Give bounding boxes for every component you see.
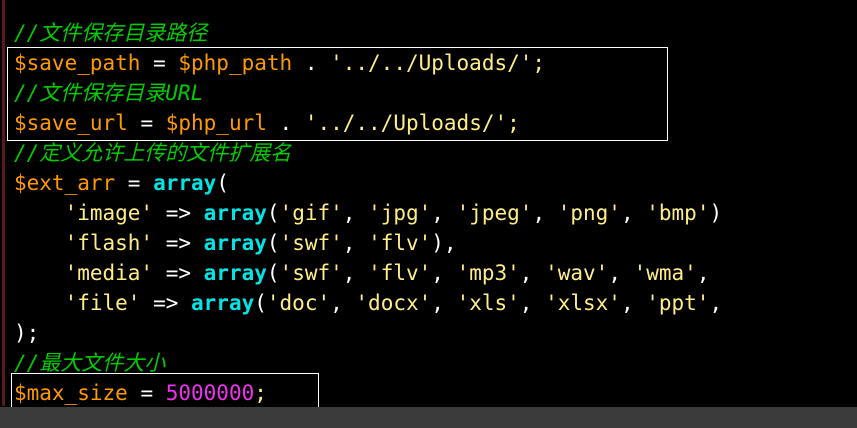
operator-token: ( <box>266 201 280 225</box>
operator-token: => <box>153 231 204 255</box>
variable-token: $ext_arr <box>14 171 116 195</box>
code-line[interactable]: ); <box>14 318 722 348</box>
operator-token: , <box>532 201 558 225</box>
function-keyword-token: array <box>203 201 267 225</box>
function-keyword-token: array <box>203 231 267 255</box>
operator-token: , <box>620 201 647 225</box>
operator-token: , <box>696 261 710 285</box>
string-token: 'file' <box>64 291 141 315</box>
string-token: 'wav' <box>545 261 609 285</box>
function-keyword-token: array <box>191 291 255 315</box>
operator-token: ( <box>266 261 280 285</box>
operator-token: ), <box>431 231 457 255</box>
code-line[interactable]: 'image' => array('gif', 'jpg', 'jpeg', '… <box>14 198 723 228</box>
comment-token: //文件保存目录路径 <box>14 21 208 45</box>
operator-token <box>14 291 65 315</box>
operator-token: , <box>431 261 457 285</box>
code-line[interactable]: 'media' => array('swf', 'flv', 'mp3', 'w… <box>14 258 722 288</box>
operator-token <box>14 261 65 285</box>
operator-token: , <box>608 261 634 285</box>
string-token: 'ppt' <box>646 291 710 315</box>
operator-token: , <box>519 261 546 285</box>
operator-token <box>14 201 65 225</box>
operator-token: , <box>519 291 546 315</box>
string-token: 'swf' <box>279 231 343 255</box>
horizontal-scrollbar[interactable] <box>0 407 857 428</box>
comment-token: //最大文件大小 <box>14 351 166 375</box>
code-line[interactable]: //定义允许上传的文件扩展名 <box>14 138 722 168</box>
operator-token: = <box>115 171 154 195</box>
operator-token: , <box>431 291 457 315</box>
gutter-marker <box>2 0 5 406</box>
string-token: 'flv' <box>368 261 432 285</box>
function-keyword-token: array <box>203 261 267 285</box>
operator-token: => <box>140 291 192 315</box>
operator-token: ( <box>254 291 267 315</box>
operator-token: , <box>342 261 369 285</box>
string-token: 'swf' <box>279 261 343 285</box>
operator-token: , <box>709 291 723 315</box>
string-token: 'doc' <box>266 291 331 315</box>
selection-box-save-settings <box>7 47 668 141</box>
operator-token: ); <box>14 321 40 345</box>
code-editor[interactable]: //文件保存目录路径 $save_path = $php_path . '../.… <box>0 0 857 428</box>
string-token: 'mp3' <box>456 261 520 285</box>
operator-token: , <box>431 201 457 225</box>
operator-token: , <box>620 291 647 315</box>
string-token: 'bmp' <box>646 201 710 225</box>
operator-token: , <box>342 201 369 225</box>
operator-token <box>14 231 65 255</box>
operator-token: ) <box>709 201 723 225</box>
operator-token: ( <box>266 231 280 255</box>
string-token: 'jpg' <box>368 201 432 225</box>
string-token: 'media' <box>64 261 154 285</box>
function-keyword-token: array <box>153 171 217 195</box>
operator-token: , <box>342 231 369 255</box>
string-token: 'png' <box>557 201 621 225</box>
string-token: 'gif' <box>279 201 343 225</box>
operator-token: => <box>153 261 204 285</box>
string-token: 'flv' <box>368 231 432 255</box>
operator-token: ( <box>216 171 229 195</box>
code-line[interactable]: $ext_arr = array( <box>14 168 722 198</box>
code-line[interactable]: 'file' => array('doc', 'docx', 'xls', 'x… <box>14 288 723 318</box>
code-line[interactable]: //文件保存目录路径 <box>14 18 722 48</box>
string-token: 'image' <box>64 201 154 225</box>
string-token: 'xlsx' <box>545 291 621 315</box>
string-token: 'wma' <box>633 261 697 285</box>
comment-token: //定义允许上传的文件扩展名 <box>14 141 292 165</box>
string-token: 'docx' <box>355 291 432 315</box>
string-token: 'flash' <box>64 231 154 255</box>
selection-box-max-size <box>11 373 319 409</box>
operator-token: => <box>153 201 204 225</box>
string-token: 'jpeg' <box>456 201 533 225</box>
code-line[interactable]: 'flash' => array('swf', 'flv'), <box>14 228 722 258</box>
operator-token: , <box>330 291 356 315</box>
string-token: 'xls' <box>456 291 520 315</box>
